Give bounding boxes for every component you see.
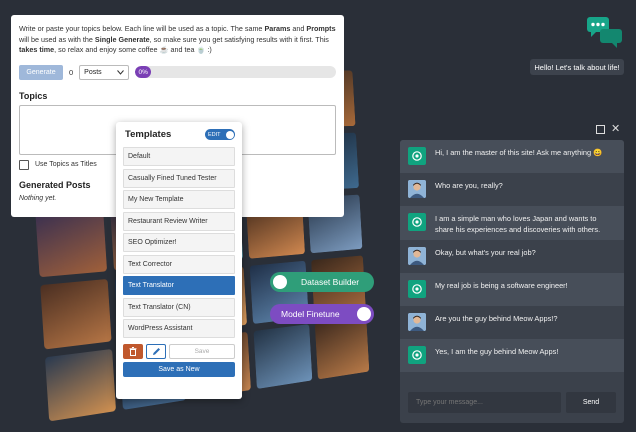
model-finetune-toggle[interactable]: Model Finetune [270, 304, 374, 324]
chevron-down-icon [117, 69, 125, 75]
chat-input-row: Send [408, 392, 616, 413]
template-item[interactable]: Default [123, 147, 235, 166]
edit-template-button[interactable] [146, 344, 166, 359]
chat-message-text: My real job is being a software engineer… [435, 281, 568, 290]
chat-message-text: Hi, I am the master of this site! Ask me… [435, 148, 603, 157]
chat-message-ai: I am a simple man who loves Japan and wa… [400, 206, 624, 240]
dataset-builder-label: Dataset Builder [301, 277, 360, 287]
intro-text: and [290, 24, 307, 33]
generated-count: 0 [69, 67, 74, 77]
chat-message-text: Okay, but what's your real job? [435, 248, 536, 257]
chatbot-window: Hi, I am the master of this site! Ask me… [400, 140, 624, 423]
user-avatar [408, 313, 426, 331]
templates-panel: Templates EDIT Default Casually Fined Tun… [116, 122, 242, 399]
post-type-select[interactable]: Posts [79, 64, 130, 80]
save-as-new-button[interactable]: Save as New [123, 362, 235, 377]
intro-text: Write or paste your topics below. Each l… [19, 24, 265, 33]
generator-controls: Generate 0 Posts 0% [19, 64, 336, 80]
template-item[interactable]: Text Corrector [123, 254, 235, 274]
delete-template-button[interactable] [123, 344, 143, 359]
edit-toggle[interactable]: EDIT [205, 129, 235, 140]
chat-message-ai: Hi, I am the master of this site! Ask me… [400, 140, 624, 173]
chat-message-input[interactable] [408, 392, 561, 413]
send-button[interactable]: Send [566, 392, 616, 413]
use-topics-label: Use Topics as Titles [35, 161, 97, 168]
progress-bar: 0% [135, 66, 336, 78]
ai-avatar-icon [408, 147, 426, 165]
use-topics-checkbox[interactable] [19, 159, 29, 170]
toggle-knob [225, 130, 234, 139]
progress-label: 0% [138, 68, 148, 76]
chat-messages: Hi, I am the master of this site! Ask me… [400, 140, 624, 372]
template-item[interactable]: SEO Optimizer! [123, 233, 235, 252]
templates-title: Templates [125, 129, 172, 140]
edit-toggle-label: EDIT [208, 131, 221, 138]
template-actions: Save [123, 344, 235, 359]
ai-avatar-icon [408, 213, 426, 231]
template-item[interactable]: Casually Fined Tuned Tester [123, 168, 235, 188]
chat-message-ai: Yes, I am the guy behind Meow Apps! [400, 339, 624, 372]
chat-message-text: Are you the guy behind Meow Apps!? [435, 314, 558, 323]
dataset-builder-toggle[interactable]: Dataset Builder [270, 272, 374, 292]
template-item[interactable]: Text Translator (CN) [123, 297, 235, 317]
template-item[interactable]: My New Template [123, 190, 235, 209]
trash-icon [129, 347, 137, 356]
chat-message-user: Who are you, really? [400, 173, 624, 206]
intro-bold-prompts: Prompts [306, 24, 336, 33]
model-finetune-label: Model Finetune [281, 309, 340, 319]
maximize-icon[interactable] [596, 125, 605, 134]
intro-text: , so relax and enjoy some coffee ☕ and t… [54, 45, 212, 54]
progress-fill: 0% [135, 66, 152, 78]
template-item[interactable]: Text Translator [123, 276, 235, 295]
chat-message-text: Yes, I am the guy behind Meow Apps! [435, 347, 559, 356]
topics-heading: Topics [19, 90, 48, 101]
user-avatar [408, 180, 426, 198]
toggle-knob [273, 275, 287, 289]
generate-button[interactable]: Generate [19, 64, 63, 80]
pencil-icon [152, 348, 160, 355]
user-avatar [408, 247, 426, 265]
generator-instructions: Write or paste your topics below. Each l… [19, 24, 336, 56]
save-template-button[interactable]: Save [169, 344, 235, 359]
intro-text: , so make sure you get satisfying result… [149, 34, 329, 44]
chat-message-text: Who are you, really? [435, 181, 503, 190]
template-item[interactable]: Restaurant Review Writer [123, 211, 235, 231]
intro-bold-params: Params [264, 24, 291, 33]
templates-header: Templates EDIT [123, 129, 235, 140]
ai-avatar-icon [408, 280, 426, 298]
close-icon[interactable]: ✕ [611, 124, 620, 135]
chat-message-ai: My real job is being a software engineer… [400, 273, 624, 306]
intro-bold-single-generate: Single Generate [94, 34, 150, 44]
chat-message-text: I am a simple man who loves Japan and wa… [435, 214, 601, 234]
chat-greeting-bubble[interactable]: Hello! Let's talk about life! [530, 59, 624, 75]
chat-message-user: Are you the guy behind Meow Apps!? [400, 306, 624, 339]
intro-text: will be used as with the [19, 34, 95, 44]
chat-bubbles-icon[interactable] [586, 15, 624, 49]
templates-list: Default Casually Fined Tuned Tester My New… [123, 147, 235, 338]
chat-message-user: Okay, but what's your real job? [400, 240, 624, 273]
ai-avatar-icon [408, 346, 426, 364]
template-item[interactable]: WordPress Assistant [123, 319, 235, 338]
toggle-knob [357, 307, 371, 321]
intro-bold-takes-time: takes time [19, 45, 55, 54]
post-type-value: Posts [84, 68, 102, 76]
